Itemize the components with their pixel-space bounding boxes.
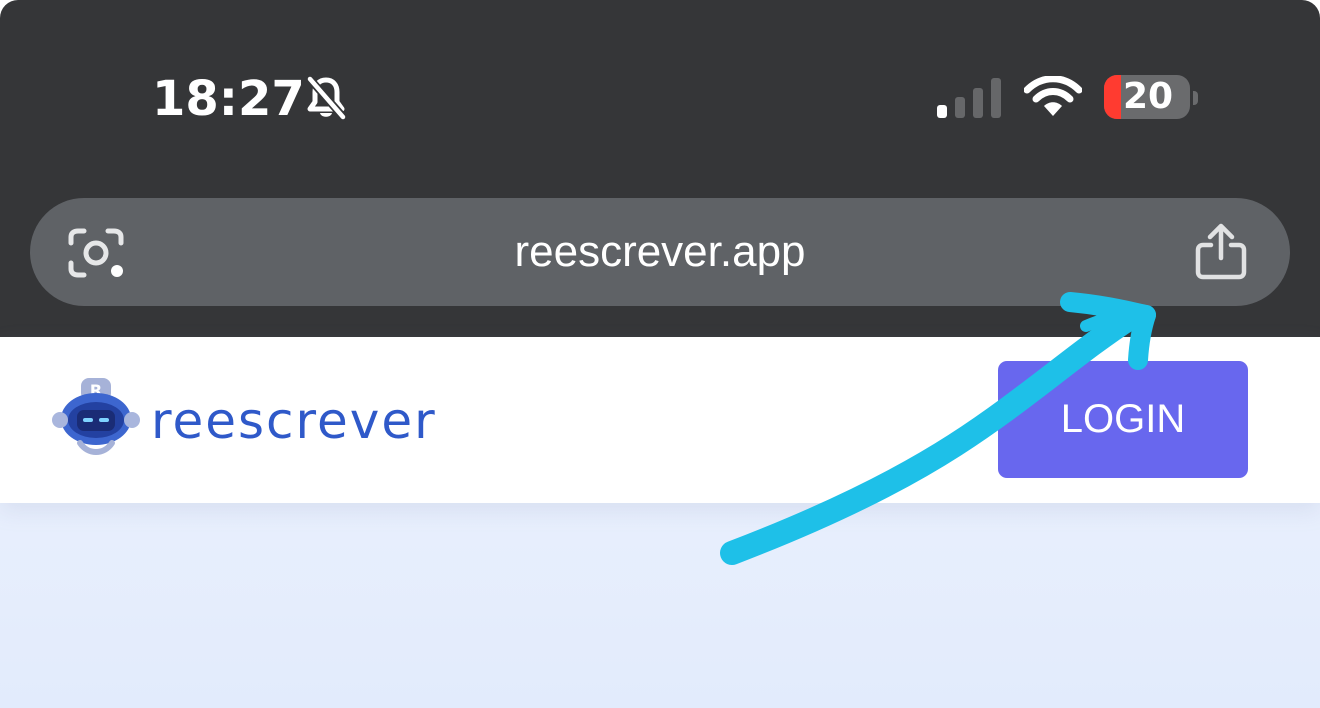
battery-percent: 20 [1122, 76, 1174, 117]
share-icon[interactable] [1193, 222, 1249, 282]
battery-indicator: 20 [1104, 75, 1190, 119]
url-text[interactable]: reescrever.app [30, 198, 1290, 306]
address-bar[interactable]: reescrever.app [30, 198, 1290, 306]
wifi-icon [1024, 76, 1082, 116]
site-header: R reescrever LOGIN [0, 337, 1320, 503]
bell-slash-icon [305, 74, 348, 122]
status-time: 18:27 [152, 71, 305, 127]
logo-text: reescrever [151, 392, 437, 450]
battery-cap [1193, 91, 1198, 105]
hero-section [0, 503, 1320, 708]
login-button[interactable]: LOGIN [998, 361, 1248, 478]
robot-logo-icon: R [52, 378, 140, 455]
phone-browser-chrome: 18:27 20 reescrever.app [0, 0, 1320, 337]
cellular-signal-icon [937, 78, 1001, 118]
